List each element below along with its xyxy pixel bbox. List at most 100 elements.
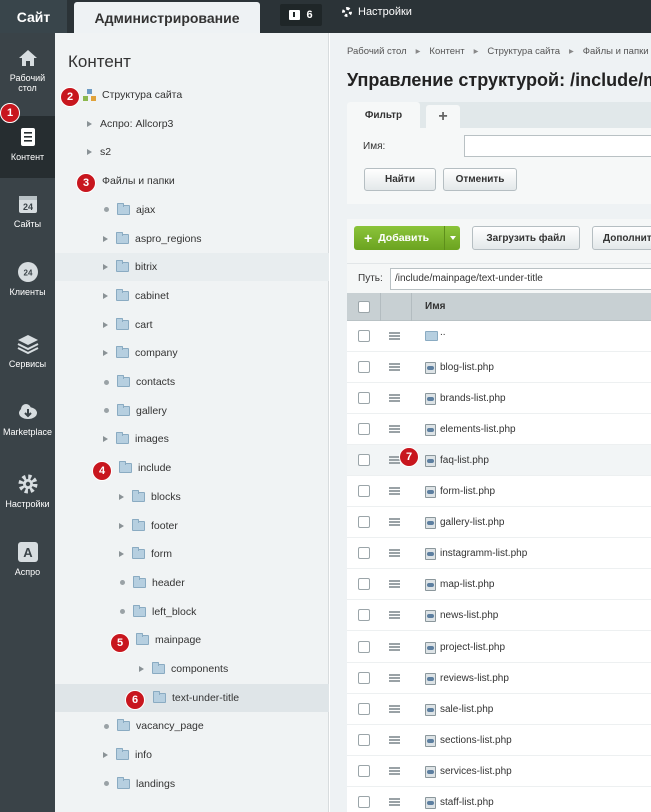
notifications-button[interactable]: 6 [280,4,322,26]
row-checkbox[interactable] [358,671,370,684]
file-name[interactable]: map-list.php [440,579,494,590]
expand-arrow-icon[interactable] [119,551,124,558]
nav-sites[interactable]: 24 Сайты [0,193,55,229]
row-menu-icon[interactable] [389,394,400,403]
expand-arrow-icon[interactable] [103,321,108,328]
file-name[interactable]: instagramm-list.php [440,548,527,559]
nav-services[interactable]: Сервисы [0,333,55,369]
row-checkbox[interactable] [358,485,370,498]
table-row[interactable]: sections-list.php [347,725,651,756]
tree-item[interactable]: form [55,540,329,568]
chevron-down-icon[interactable] [444,226,460,250]
row-menu-icon[interactable] [389,673,400,682]
file-name[interactable]: faq-list.php [440,455,489,466]
expand-arrow-icon[interactable] [119,522,124,529]
row-checkbox[interactable] [358,454,370,467]
tree-item[interactable]: left_block [55,598,329,626]
file-name[interactable]: project-list.php [440,642,505,653]
add-filter-tab-button[interactable]: + [426,105,460,128]
table-row[interactable]: blog-list.php [347,352,651,384]
row-checkbox[interactable] [358,330,370,342]
nav-marketplace[interactable]: Marketplace [0,401,55,437]
table-row[interactable]: form-list.php [347,476,651,508]
column-name-header[interactable]: Имя [425,301,445,312]
file-name[interactable]: brands-list.php [440,393,506,404]
tree-item[interactable]: Аспро: Allcorp3 [55,110,329,138]
tree-item[interactable]: header [55,569,329,597]
find-button[interactable]: Найти [364,168,436,191]
expand-arrow-icon[interactable] [103,436,108,443]
cancel-button[interactable]: Отменить [443,168,517,191]
expand-arrow-icon[interactable] [87,120,92,127]
file-name[interactable]: services-list.php [440,766,512,777]
table-row[interactable]: instagramm-list.php [347,538,651,570]
file-name[interactable]: sale-list.php [440,704,493,715]
select-all-checkbox[interactable] [358,301,370,313]
nav-content[interactable]: Контент [0,116,55,178]
row-checkbox[interactable] [358,578,370,591]
row-checkbox[interactable] [358,764,370,777]
expand-arrow-icon[interactable] [103,752,108,759]
upload-file-button[interactable]: Загрузить файл [472,226,580,250]
settings-link[interactable]: Настройки [342,6,412,18]
more-button[interactable]: Дополнит [592,226,651,250]
tree-item[interactable]: s2 [55,138,329,166]
row-menu-icon[interactable] [389,642,400,651]
file-name[interactable]: news-list.php [440,610,498,621]
nav-clients[interactable]: 24 Клиенты [0,261,55,297]
table-row[interactable]: project-list.php [347,632,651,663]
table-row[interactable]: reviews-list.php [347,663,651,694]
row-checkbox[interactable] [358,516,370,529]
parent-folder-link[interactable]: .. [440,327,446,338]
row-menu-icon[interactable] [389,518,400,527]
tree-item[interactable]: info [55,741,329,769]
tree-item[interactable]: cart [55,311,329,339]
tree-item[interactable]: mainpage [55,626,329,654]
nav-settings[interactable]: Настройки [0,473,55,509]
row-menu-icon[interactable] [389,487,400,496]
row-menu-icon[interactable] [389,580,400,589]
breadcrumb-item[interactable]: Контент [429,46,464,57]
file-name[interactable]: form-list.php [440,486,495,497]
table-row[interactable]: gallery-list.php [347,507,651,539]
path-input[interactable]: /include/mainpage/text-under-title [390,268,651,290]
row-checkbox[interactable] [358,795,370,808]
row-checkbox[interactable] [358,423,370,436]
table-row[interactable]: elements-list.php [347,414,651,446]
filter-tab[interactable]: Фильтр [347,102,420,128]
tree-item[interactable]: landings [55,770,329,798]
tree-item[interactable]: footer [55,512,329,540]
expand-arrow-icon[interactable] [87,149,92,156]
row-checkbox[interactable] [358,609,370,622]
tree-item[interactable]: blocks [55,483,329,511]
site-tab[interactable]: Сайт [0,0,67,33]
expand-arrow-icon[interactable] [139,666,144,672]
admin-tab[interactable]: Администрирование [74,2,260,33]
nav-aspro[interactable]: A Аспро [0,541,55,577]
table-row[interactable]: staff-list.php [347,787,651,812]
table-row[interactable]: .. [347,321,651,352]
tree-item[interactable]: company [55,339,329,367]
expand-arrow-icon[interactable] [119,493,124,500]
tree-item[interactable]: ajax [55,196,329,224]
row-menu-icon[interactable] [389,797,400,806]
name-filter-input[interactable] [464,135,651,157]
expand-arrow-icon[interactable] [103,292,108,299]
file-name[interactable]: staff-list.php [440,797,494,808]
tree-item[interactable]: contacts [55,368,329,396]
table-row[interactable]: faq-list.php [347,445,651,477]
row-menu-icon[interactable] [389,332,400,340]
row-menu-icon[interactable] [389,549,400,558]
tree-item[interactable]: vacancy_page [55,712,329,740]
file-name[interactable]: reviews-list.php [440,673,509,684]
file-name[interactable]: blog-list.php [440,362,494,373]
row-menu-icon[interactable] [389,766,400,775]
row-menu-icon[interactable] [389,363,400,372]
file-name[interactable]: elements-list.php [440,424,516,435]
expand-arrow-icon[interactable] [103,264,108,271]
breadcrumb-item[interactable]: Рабочий стол [347,46,407,57]
row-checkbox[interactable] [358,640,370,653]
expand-arrow-icon[interactable] [103,235,108,242]
tree-item[interactable]: Файлы и папки [55,167,329,195]
add-button[interactable]: + Добавить [354,226,460,250]
